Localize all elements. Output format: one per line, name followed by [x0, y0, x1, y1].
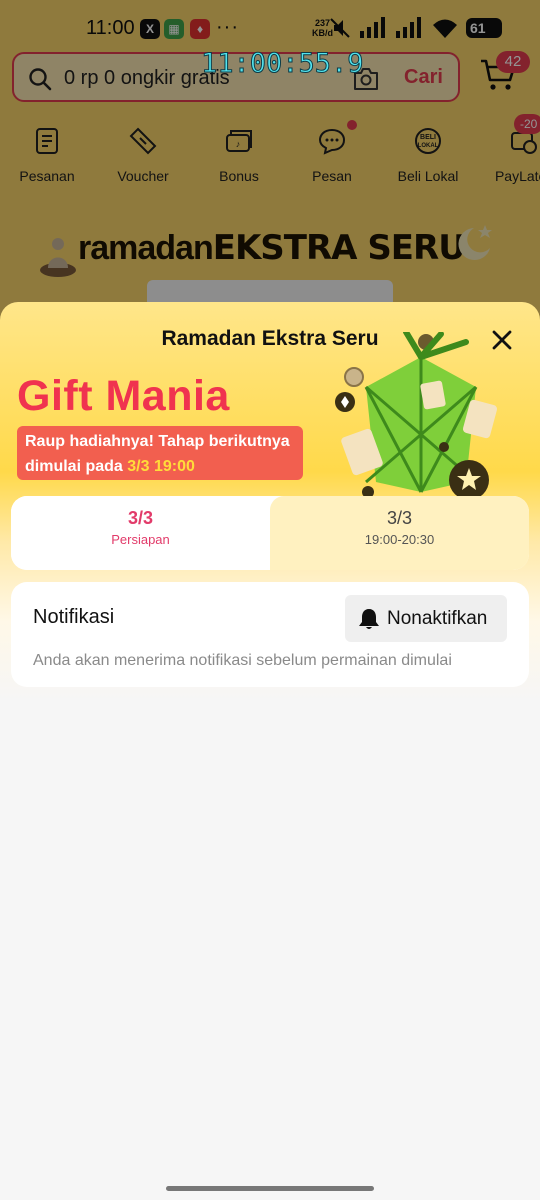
tab-date: 3/3: [127, 508, 154, 528]
bonus-icon: ♪: [226, 130, 252, 152]
voucher-icon: [129, 127, 157, 155]
mosque-decoration-icon: [40, 238, 76, 277]
menu-label: Pesan: [312, 168, 352, 184]
menu-item-voucher[interactable]: Voucher: [98, 124, 188, 184]
clock-overlay: 11:00:55.9: [201, 48, 365, 80]
menu-label: Pesanan: [19, 168, 75, 184]
disable-notification-button[interactable]: Nonaktifkan: [345, 595, 507, 642]
battery-icon: 61: [466, 18, 502, 38]
cart-badge: 42: [496, 51, 530, 73]
moon-icon: [458, 225, 492, 260]
stage-tabs: 3/3 Persiapan 3/3 19:00-20:30: [11, 496, 529, 570]
menu-item-pesanan[interactable]: Pesanan: [2, 124, 92, 184]
status-time: 11:00: [86, 17, 135, 39]
notification-title: Notifikasi: [33, 606, 115, 628]
beli-lokal-icon: BELI LOKAL: [415, 128, 441, 154]
x-app-icon: X: [140, 19, 160, 39]
menu-label: Beli Lokal: [397, 168, 459, 184]
mute-icon: [330, 18, 350, 38]
home-indicator[interactable]: [166, 1186, 374, 1191]
tiktok-shop-icon: ♦: [190, 19, 210, 39]
info-line-2-prefix: dimulai pada: [25, 458, 128, 475]
disable-notification-label: Nonaktifkan: [387, 607, 488, 629]
notification-dot: [347, 120, 357, 130]
menu-item-beli-lokal[interactable]: BELI LOKAL Beli Lokal: [383, 124, 473, 184]
signal-icon: [360, 17, 385, 38]
menu-label: Bonus: [219, 168, 259, 184]
tab-subtitle: 19:00-20:30: [364, 532, 435, 547]
svg-text:BELI: BELI: [420, 134, 436, 141]
banner-title-bold: EKSTRA SERU: [212, 228, 466, 268]
svg-text:LOKAL: LOKAL: [418, 143, 439, 149]
ketupat-gift-illustration: [335, 332, 498, 500]
tab-1900-2030[interactable]: 3/3 19:00-20:30: [270, 496, 529, 570]
info-line-2: dimulai pada 3/3 19:00: [25, 454, 295, 479]
bell-icon: [359, 608, 379, 629]
paylater-badge: -20: [514, 114, 540, 134]
search-icon: [29, 68, 52, 91]
quick-menu: Pesanan Voucher ♪ Bonus Pesan BELI LOKAL …: [0, 114, 540, 194]
gift-mania-title: Gift Mania: [17, 372, 230, 420]
menu-label: PayLater: [494, 168, 540, 184]
game-app-icon: ▦: [164, 19, 184, 39]
message-icon: [318, 128, 346, 155]
menu-item-bonus[interactable]: ♪ Bonus: [194, 124, 284, 184]
search-button[interactable]: Cari: [404, 66, 443, 89]
notification-description: Anda akan menerima notifikasi sebelum pe…: [33, 652, 452, 669]
orders-icon: [36, 128, 58, 154]
next-stage-info: Raup hadiahnya! Tahap berikutnya dimulai…: [17, 426, 303, 480]
banner-title: ramadanEKSTRA SERU: [78, 228, 466, 268]
menu-item-paylater[interactable]: PayLater -20: [478, 114, 540, 184]
menu-label: Voucher: [117, 168, 169, 184]
tab-subtitle: Persiapan: [111, 532, 170, 547]
tab-persiapan[interactable]: 3/3 Persiapan: [11, 496, 270, 570]
banner-title-light: ramadan: [78, 229, 214, 267]
wifi-icon: [433, 19, 457, 38]
more-notifications-icon: ···: [216, 16, 239, 38]
info-line-1: Raup hadiahnya! Tahap berikutnya: [25, 433, 290, 450]
signal-icon-2: [396, 17, 421, 38]
info-highlight: 3/3 19:00: [127, 458, 195, 475]
status-icons: 61: [328, 17, 502, 39]
menu-item-pesan[interactable]: Pesan: [287, 120, 377, 184]
bottom-sheet: Ramadan Ekstra Seru Gift Mania Raup hadi…: [0, 302, 540, 1200]
tab-date: 3/3: [386, 508, 413, 528]
svg-text:♪: ♪: [236, 139, 241, 149]
notification-card: Notifikasi Nonaktifkan Anda akan menerim…: [11, 582, 529, 687]
